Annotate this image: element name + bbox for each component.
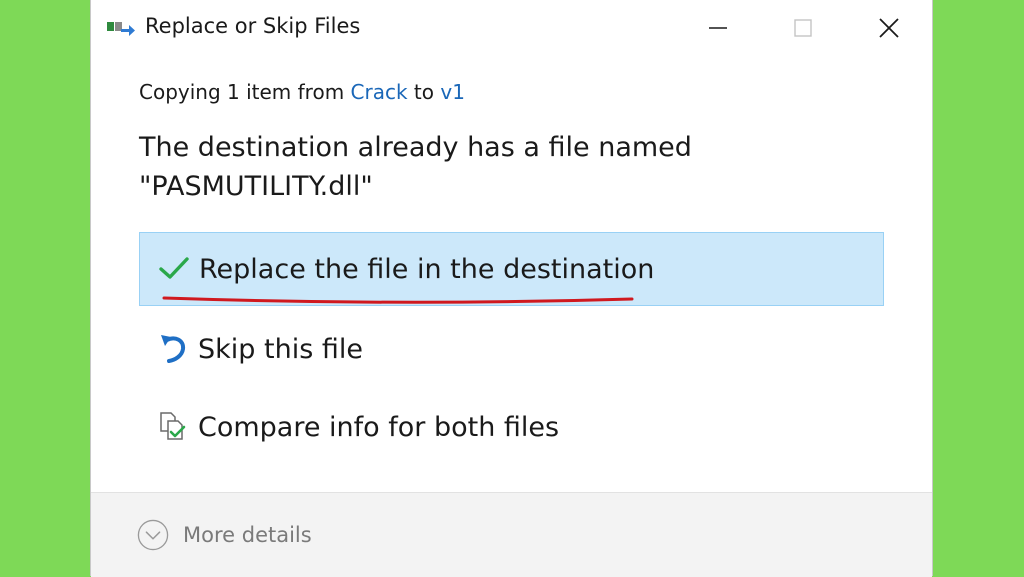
destination-folder-link[interactable]: v1 xyxy=(440,80,465,104)
red-annotation-underline xyxy=(162,296,634,304)
skip-file-option[interactable]: Skip this file xyxy=(139,312,884,386)
skip-arrow-icon xyxy=(157,333,189,365)
replace-file-label: Replace the file in the destination xyxy=(199,253,655,285)
source-folder-link[interactable]: Crack xyxy=(351,80,408,104)
more-details-label: More details xyxy=(183,523,312,547)
close-icon xyxy=(879,18,899,38)
conflict-message: The destination already has a file named… xyxy=(139,128,692,206)
window-title: Replace or Skip Files xyxy=(145,14,361,38)
minimize-button[interactable] xyxy=(688,8,748,48)
copying-status: Copying 1 item from Crack to v1 xyxy=(139,80,465,104)
file-copy-app-icon xyxy=(107,20,135,36)
checkmark-icon xyxy=(158,253,190,285)
more-details-toggle[interactable]: More details xyxy=(137,517,312,553)
skip-file-label: Skip this file xyxy=(198,333,363,365)
conflict-message-line1: The destination already has a file named xyxy=(139,132,692,163)
compare-files-icon xyxy=(157,411,189,443)
copying-middle: to xyxy=(407,80,441,104)
chevron-down-icon xyxy=(137,519,169,551)
maximize-icon xyxy=(794,19,812,37)
title-bar[interactable]: Replace or Skip Files xyxy=(91,0,932,56)
dialog-footer: More details xyxy=(91,492,932,577)
copying-prefix: Copying 1 item from xyxy=(139,80,351,104)
replace-skip-dialog: Replace or Skip Files Copying 1 item fro… xyxy=(90,0,933,577)
close-button[interactable] xyxy=(859,8,919,48)
conflict-filename: "PASMUTILITY.dll" xyxy=(139,171,373,202)
compare-files-option[interactable]: Compare info for both files xyxy=(139,390,884,464)
minimize-icon xyxy=(709,27,727,29)
compare-files-label: Compare info for both files xyxy=(198,411,560,443)
replace-file-option[interactable]: Replace the file in the destination xyxy=(139,232,884,306)
maximize-button xyxy=(773,8,833,48)
